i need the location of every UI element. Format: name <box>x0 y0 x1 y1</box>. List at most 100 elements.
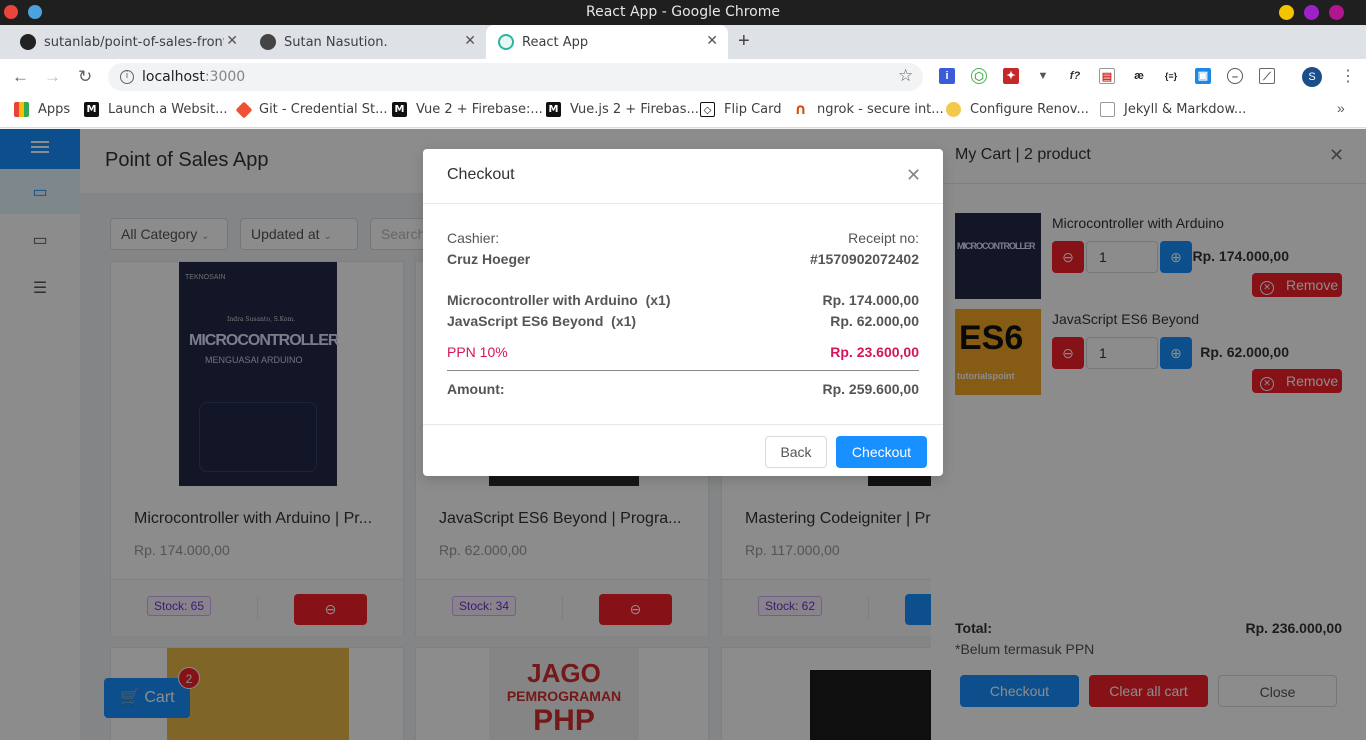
extension-icon[interactable]: ⬡ <box>971 68 987 84</box>
bookmarks-bar: Apps M Launch a Websit... Git - Credentia… <box>0 95 1366 128</box>
profile-avatar[interactable]: S <box>1302 67 1322 87</box>
bookmark-star-icon[interactable]: ☆ <box>898 66 913 86</box>
window-title: React App - Google Chrome <box>586 4 780 20</box>
line-item-price: Rp. 174.000,00 <box>822 292 919 308</box>
bookmark-item[interactable]: Jekyll & Markdow... <box>1100 102 1246 117</box>
back-icon[interactable]: ← <box>12 67 29 87</box>
window-titlebar: React App - Google Chrome <box>0 0 1366 25</box>
receipt-label: Receipt no: <box>848 230 919 246</box>
bookmark-label: Launch a Websit... <box>108 102 228 117</box>
more-bookmarks-icon[interactable]: » <box>1337 100 1345 116</box>
tab-label: sutanlab/point-of-sales-fronte <box>44 34 224 50</box>
extension-icon[interactable]: ⟋ <box>1259 68 1275 84</box>
bookmark-label: ngrok - secure int... <box>817 102 944 117</box>
cashier-values: Cruz Hoeger #1570902072402 <box>447 251 919 267</box>
tax-value: Rp. 23.600,00 <box>830 344 919 360</box>
vue-devtools-icon[interactable]: ▼ <box>1035 68 1051 84</box>
amount-row: Amount: Rp. 259.600,00 <box>447 381 919 397</box>
extension-icon[interactable]: æ <box>1131 68 1147 84</box>
medium-icon: M <box>392 102 407 117</box>
bookmark-label: Vue 2 + Firebase:... <box>416 102 543 117</box>
modal-title: Checkout <box>447 166 515 183</box>
extension-icon[interactable]: {≡} <box>1163 68 1179 84</box>
divider <box>447 370 919 371</box>
bookmark-label: Flip Card <box>724 102 782 117</box>
tab-close-icon[interactable]: ✕ <box>464 33 476 49</box>
page-icon <box>1100 102 1115 117</box>
git-icon <box>235 101 253 118</box>
confirm-checkout-button[interactable]: Checkout <box>836 436 927 468</box>
modal-close-icon[interactable]: ✕ <box>906 165 921 186</box>
bookmark-label: Configure Renov... <box>970 102 1089 117</box>
app-icons <box>4 5 42 19</box>
cashier-row: Cashier: Receipt no: <box>447 230 919 246</box>
reload-icon[interactable]: ↻ <box>78 67 92 87</box>
info-icon[interactable]: i <box>120 70 134 84</box>
receipt-number: #1570902072402 <box>809 251 919 267</box>
line-item-name: Microcontroller with Arduino (x1) <box>447 292 671 308</box>
address-input[interactable]: i localhost:3000 <box>108 63 923 91</box>
app-icon <box>28 5 42 19</box>
address-port: :3000 <box>204 69 246 85</box>
close-window-icon[interactable] <box>1329 5 1344 20</box>
react-icon <box>498 34 514 50</box>
medium-icon: M <box>546 102 561 117</box>
bookmark-item[interactable]: Configure Renov... <box>946 102 1089 117</box>
extension-icon[interactable]: i <box>939 68 955 84</box>
extension-icon[interactable]: ▣ <box>1195 68 1211 84</box>
modal-footer: Back Checkout <box>423 424 943 476</box>
line-item: JavaScript ES6 Beyond (x1) Rp. 62.000,00 <box>447 313 919 329</box>
amount-label: Amount: <box>447 381 505 397</box>
tab-close-icon[interactable]: ✕ <box>226 33 238 49</box>
bookmark-label: Git - Credential St... <box>259 102 388 117</box>
ngrok-icon: ∩ <box>793 100 808 118</box>
new-tab-icon[interactable]: + <box>738 30 750 53</box>
line-item: Microcontroller with Arduino (x1) Rp. 17… <box>447 292 919 308</box>
extension-icon[interactable]: f? <box>1067 68 1083 84</box>
bookmark-item[interactable]: M Vue 2 + Firebase:... <box>392 102 543 117</box>
tab-label: React App <box>522 34 589 50</box>
tab-strip: sutanlab/point-of-sales-fronte ✕ Sutan N… <box>0 25 1366 59</box>
maximize-icon[interactable] <box>1304 5 1319 20</box>
tab-close-icon[interactable]: ✕ <box>706 33 718 49</box>
address-host: localhost <box>142 69 205 85</box>
bookmark-label: Apps <box>38 102 71 117</box>
medium-icon: M <box>84 102 99 117</box>
bookmark-item[interactable]: M Launch a Websit... <box>84 102 228 117</box>
line-item-name: JavaScript ES6 Beyond (x1) <box>447 313 637 329</box>
github-icon <box>20 34 36 50</box>
cashier-name: Cruz Hoeger <box>447 251 531 267</box>
tab-label: Sutan Nasution. <box>284 34 388 50</box>
tab-react-app[interactable]: React App ✕ <box>486 25 728 59</box>
site-icon <box>260 34 276 50</box>
tab-github[interactable]: sutanlab/point-of-sales-fronte ✕ <box>0 25 248 59</box>
checkout-modal: Checkout ✕ Cashier: Receipt no: Cruz Hoe… <box>423 149 943 476</box>
extension-icon[interactable]: – <box>1227 68 1243 84</box>
minimize-icon[interactable] <box>1279 5 1294 20</box>
tab-sutan[interactable]: Sutan Nasution. ✕ <box>240 25 486 59</box>
bookmark-item[interactable]: M Vue.js 2 + Firebas... <box>546 102 699 117</box>
menu-icon[interactable]: ⋮ <box>1340 66 1356 86</box>
bookmark-label: Jekyll & Markdow... <box>1124 102 1247 117</box>
bookmark-item[interactable]: ◇ Flip Card <box>700 102 782 117</box>
back-button[interactable]: Back <box>765 436 827 468</box>
drawer-overlay <box>931 129 1366 740</box>
bookmark-apps[interactable]: Apps <box>14 102 70 117</box>
bookmark-item[interactable]: ∩ ngrok - secure int... <box>793 102 944 117</box>
forward-icon[interactable]: → <box>44 67 61 87</box>
apps-grid-icon <box>14 102 29 117</box>
tax-row: PPN 10% Rp. 23.600,00 <box>447 344 919 360</box>
bookmark-item[interactable]: Git - Credential St... <box>235 101 388 118</box>
toolbar: ← → ↻ i localhost:3000 <box>0 59 1366 95</box>
chrome-icon <box>4 5 18 19</box>
extension-icon[interactable]: ✦ <box>1003 68 1019 84</box>
renovate-icon <box>946 102 961 117</box>
codepen-icon: ◇ <box>700 102 715 117</box>
cashier-label: Cashier: <box>447 230 500 246</box>
amount-value: Rp. 259.600,00 <box>822 381 919 397</box>
line-item-price: Rp. 62.000,00 <box>830 313 919 329</box>
tax-label: PPN 10% <box>447 344 508 360</box>
window-controls[interactable] <box>1279 5 1344 20</box>
extension-icon[interactable]: ▤ <box>1099 68 1115 84</box>
bookmark-label: Vue.js 2 + Firebas... <box>570 102 699 117</box>
